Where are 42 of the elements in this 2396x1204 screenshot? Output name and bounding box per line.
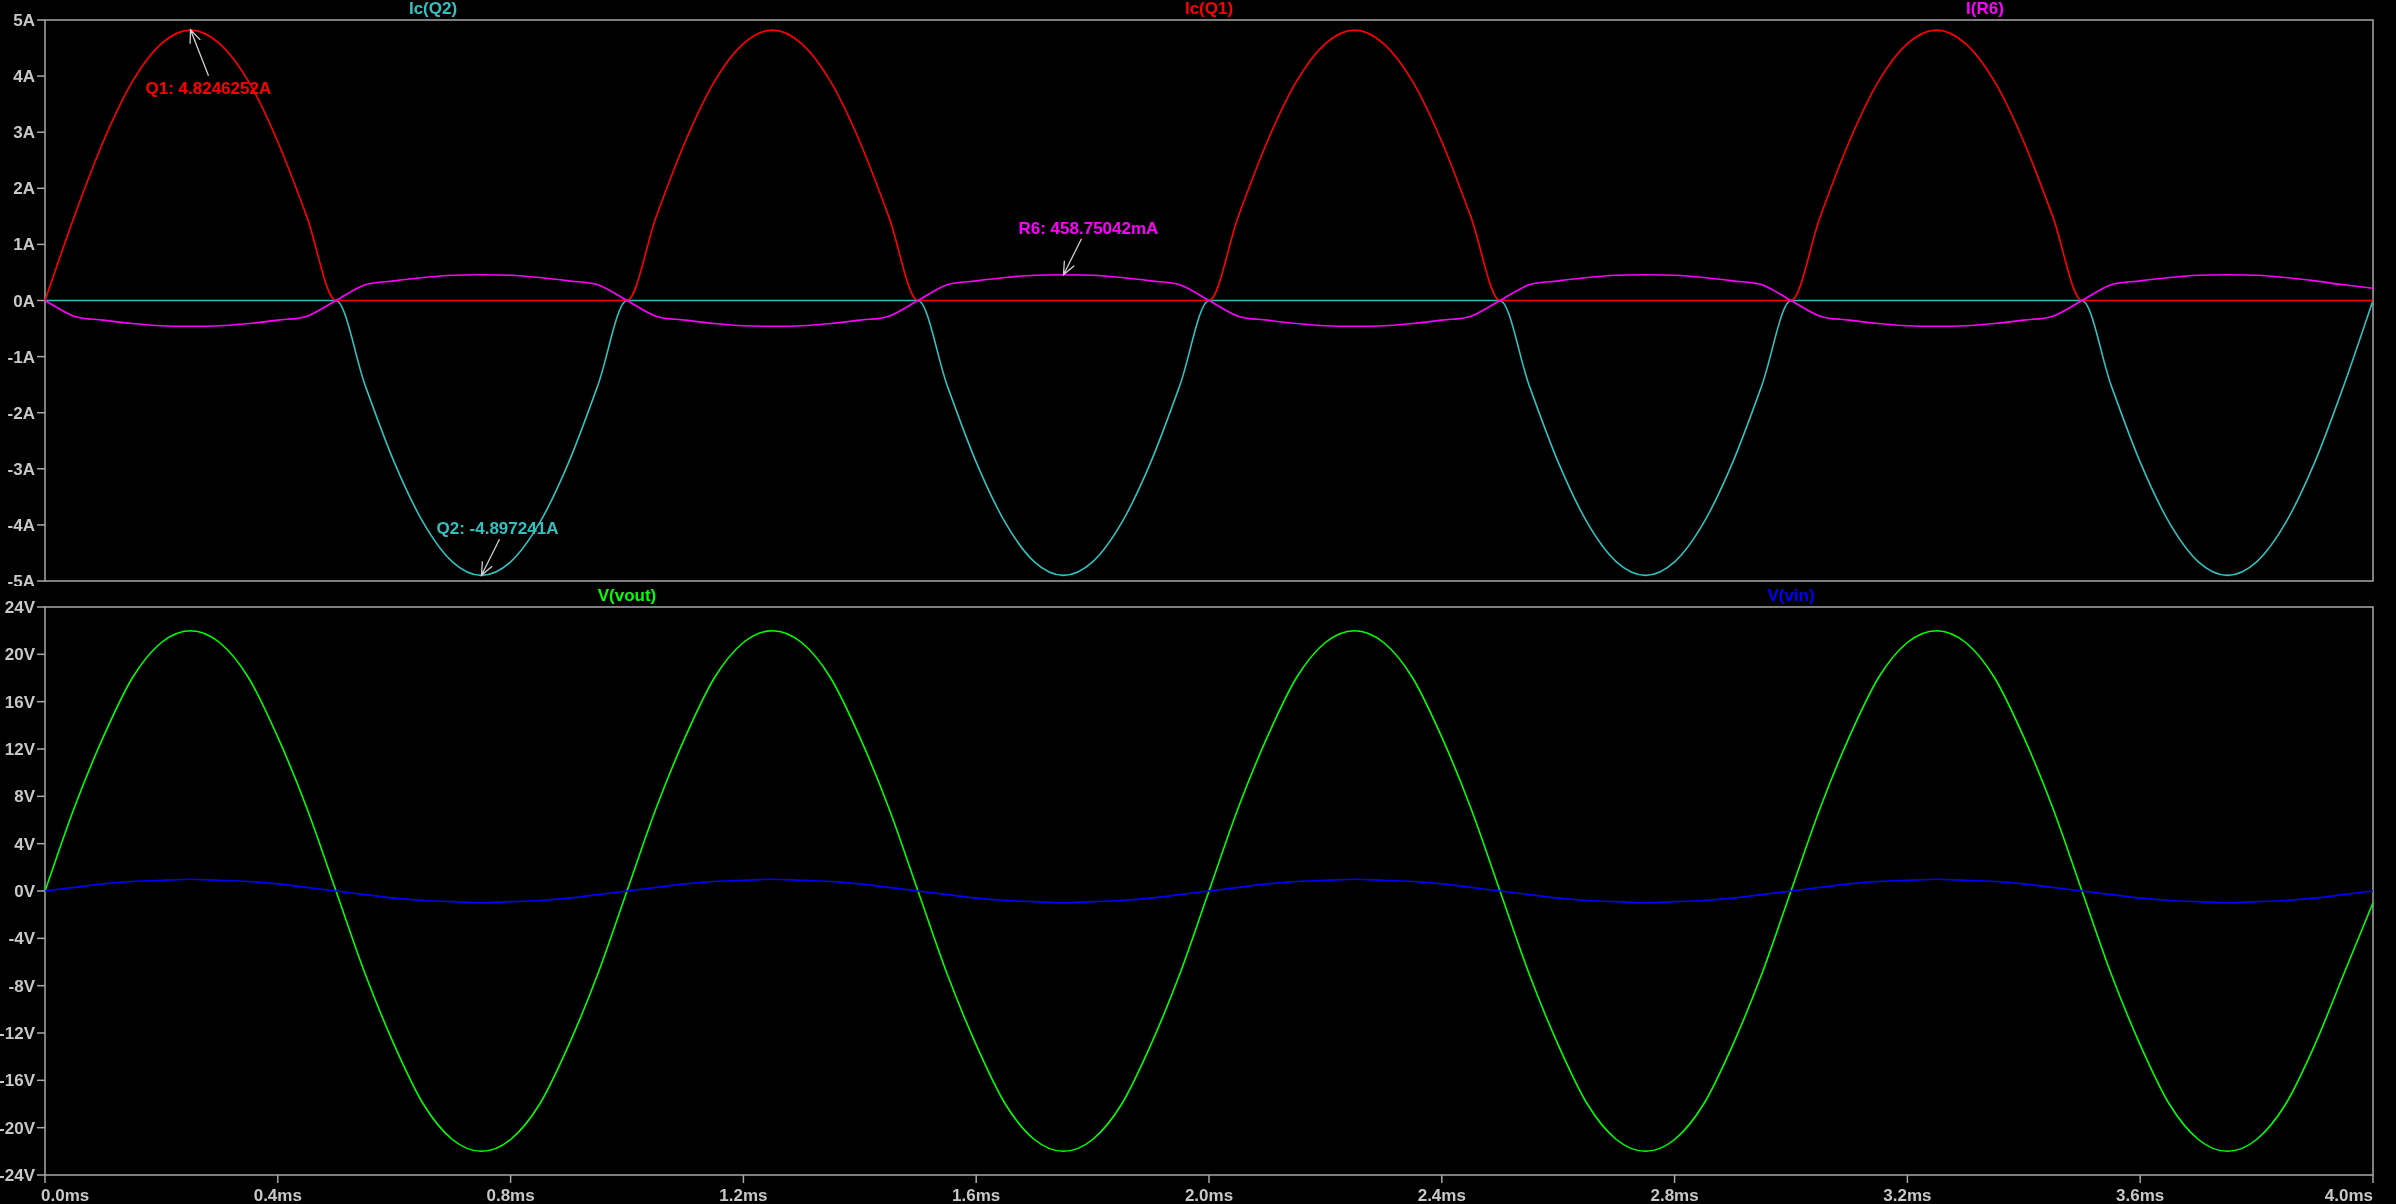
annotation-label: R6: 458.75042mA — [1018, 218, 1159, 238]
axis-tick-label: -16V — [0, 1071, 35, 1091]
axis-tick-label: 3A — [13, 123, 35, 143]
trace-label[interactable]: Ic(Q2) — [408, 0, 458, 18]
axis-tick-label: 4A — [13, 67, 35, 87]
axis-tick-label: 0.4ms — [253, 1186, 302, 1204]
axis-tick-label: 4.0ms — [2324, 1186, 2373, 1204]
axis-tick-label: 0.8ms — [486, 1186, 535, 1204]
axis-tick-label: -2A — [7, 403, 35, 423]
axis-tick-label: 4V — [14, 834, 35, 854]
axis-tick-label: 0V — [14, 882, 35, 901]
axis-tick-label: 12V — [4, 740, 35, 759]
trace-label[interactable]: Ic(Q1) — [1184, 0, 1234, 18]
axis-tick-label: 8V — [14, 787, 35, 807]
axis-tick-label: -3A — [7, 459, 35, 479]
axis-tick-label: 16V — [4, 692, 35, 712]
trace-label[interactable]: I(R6) — [1966, 0, 2004, 18]
axis-tick-label: 1A — [13, 235, 35, 255]
axis-tick-label: 3.6ms — [2116, 1186, 2165, 1204]
axis-tick-label: -1A — [7, 347, 35, 367]
axis-tick-label: 1.6ms — [952, 1186, 1001, 1204]
axis-tick-label: -4V — [8, 929, 35, 949]
axis-tick-label: 2.0ms — [1184, 1186, 1234, 1204]
axis-tick-label: -24V — [0, 1166, 35, 1185]
axis-tick-label: 20V — [4, 645, 35, 665]
axis-tick-label: -12V — [0, 1024, 35, 1043]
annotation-arrow — [189, 28, 210, 77]
axis-tick-label: 24V — [4, 598, 35, 617]
annotation-arrow — [480, 538, 501, 577]
trace-label[interactable]: V(vout) — [597, 586, 657, 605]
axis-tick-label: 0.0ms — [41, 1186, 90, 1204]
axis-tick-label: -8V — [8, 976, 35, 996]
axis-tick-label: 0A — [13, 291, 35, 311]
axis-tick-label: 1.2ms — [719, 1186, 768, 1204]
axis-tick-label: 2.4ms — [1417, 1186, 1466, 1204]
axis-tick-label: 2A — [13, 179, 35, 199]
axis-tick-label: 3.2ms — [1883, 1186, 1932, 1204]
axis-tick-label: -4A — [7, 515, 35, 535]
axis-tick-label: -20V — [0, 1118, 35, 1138]
axis-tick-label: 2.8ms — [1650, 1186, 1699, 1204]
annotation-arrow — [1062, 238, 1083, 277]
axis-tick-label: 5A — [13, 11, 35, 30]
